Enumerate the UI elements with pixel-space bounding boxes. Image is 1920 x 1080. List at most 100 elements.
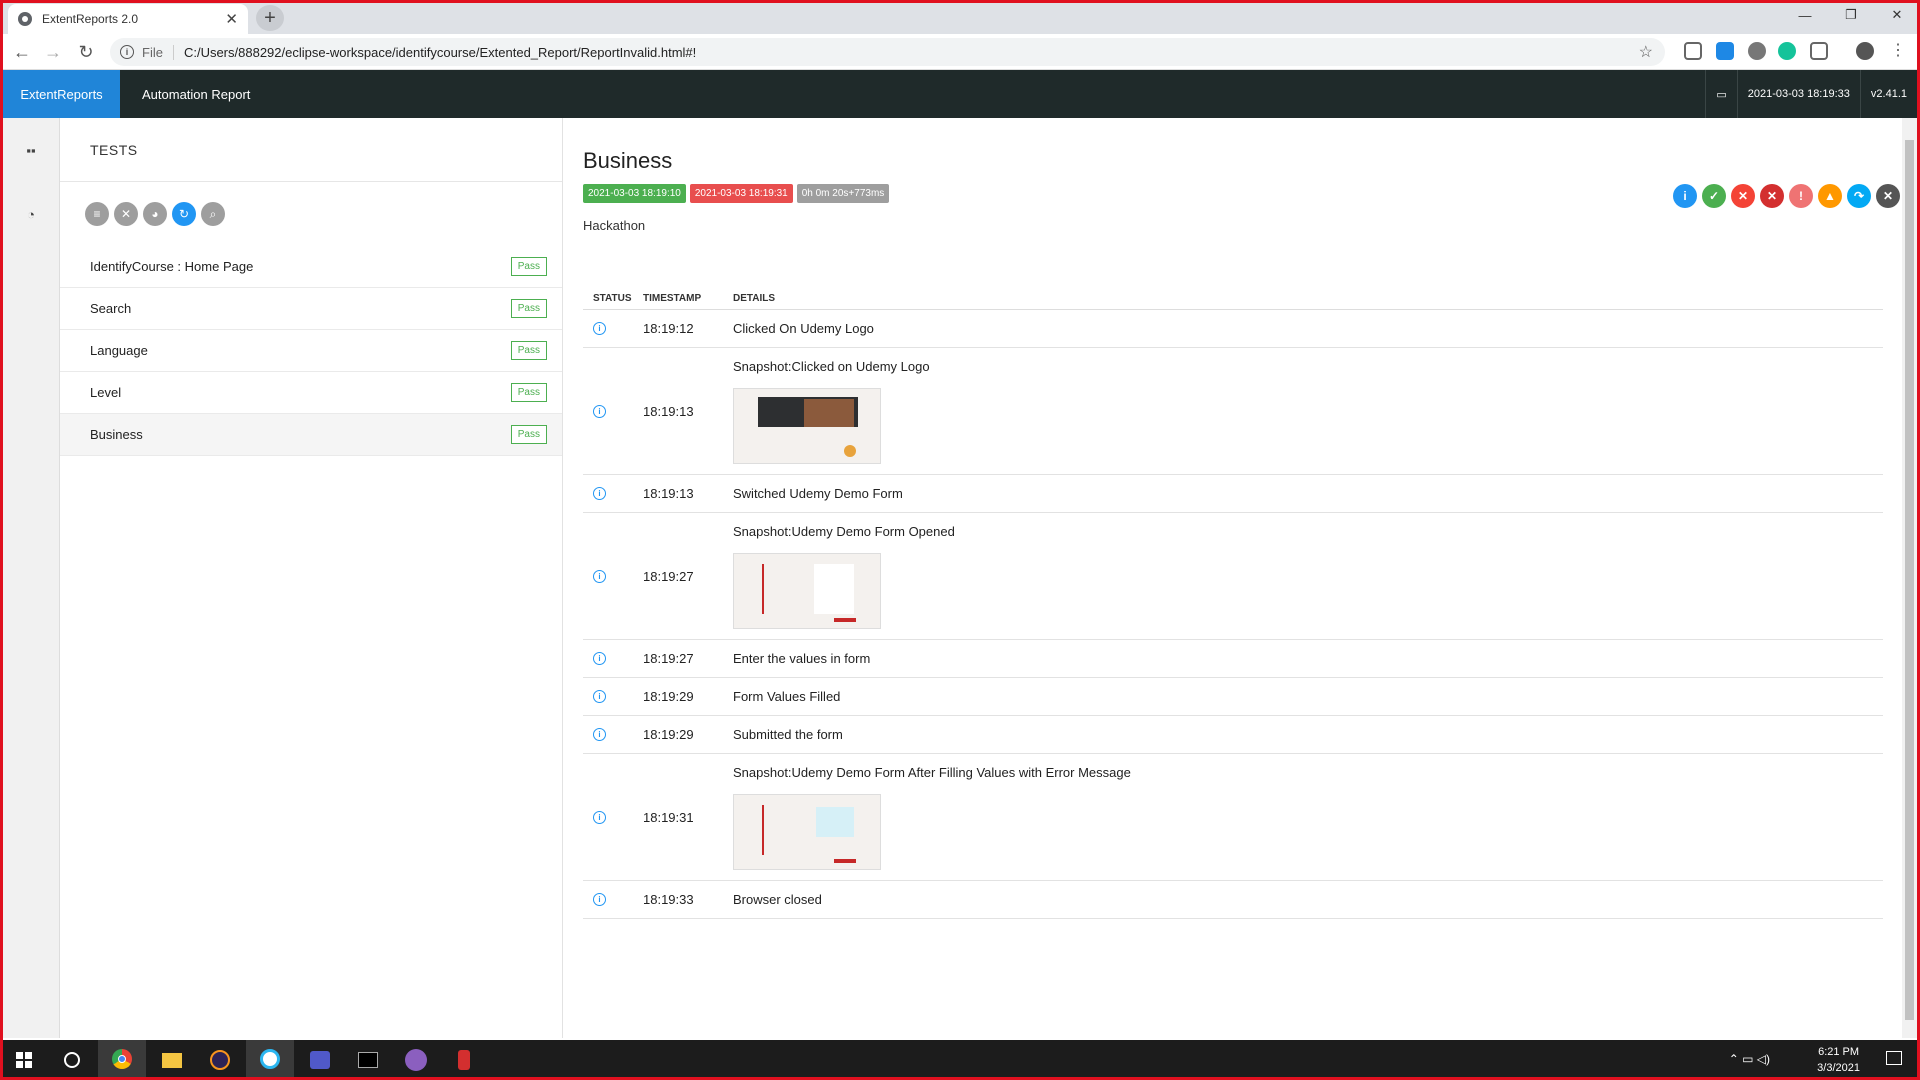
- log-details: Snapshot:Udemy Demo Form Opened: [733, 523, 955, 539]
- test-status-badge: Pass: [510, 257, 547, 276]
- test-item-selected[interactable]: Business Pass: [60, 414, 562, 456]
- info-status-icon: i: [593, 404, 606, 418]
- eclipse-icon[interactable]: [196, 1040, 244, 1080]
- info-status-icon: i: [593, 690, 606, 703]
- back-arrow-icon[interactable]: ←: [10, 40, 34, 64]
- restore-icon[interactable]: ❐: [1828, 0, 1874, 30]
- scrollbar-thumb[interactable]: [1905, 140, 1914, 1020]
- log-details: Switched Udemy Demo Form: [733, 486, 903, 501]
- teams-icon[interactable]: [296, 1040, 344, 1080]
- test-name: IdentifyCourse : Home Page: [90, 259, 254, 274]
- profile-avatar-icon[interactable]: [1856, 42, 1874, 60]
- grammarly-icon[interactable]: [1778, 42, 1796, 60]
- extension-reader-icon[interactable]: [1684, 42, 1702, 60]
- info-status-icon: i: [593, 728, 606, 741]
- monitor-icon[interactable]: ▭: [1705, 70, 1736, 118]
- browser-menu-icon[interactable]: ⋮: [1890, 40, 1906, 60]
- log-details: Form Values Filled: [733, 689, 841, 704]
- snipping-tool-icon[interactable]: [440, 1040, 488, 1080]
- version-label: v2.41.1: [1859, 70, 1917, 118]
- extension-windows-icon[interactable]: [1716, 42, 1734, 60]
- info-icon[interactable]: i: [120, 45, 134, 59]
- chrome-icon[interactable]: [98, 1040, 146, 1080]
- terminal-icon[interactable]: [344, 1040, 392, 1080]
- status-filter-buttons: i ✓ ✕ ✕ ! ▲ ↷ ✕: [1668, 184, 1900, 208]
- forward-arrow-icon[interactable]: →: [41, 40, 65, 64]
- header-right: ▭ 2021-03-03 18:19:33 v2.41.1: [1705, 70, 1917, 118]
- test-status-badge: Pass: [510, 299, 547, 318]
- browser-tab[interactable]: ExtentReports 2.0 ✕: [8, 4, 248, 34]
- info-status-icon: i: [593, 652, 606, 665]
- test-list: IdentifyCourse : Home Page Pass Search P…: [60, 246, 562, 456]
- tab-title: ExtentReports 2.0: [42, 12, 139, 26]
- log-row: i 18:19:13 Switched Udemy Demo Form: [583, 475, 1883, 513]
- app-circle-icon[interactable]: [246, 1040, 294, 1080]
- clear-status-filter-icon[interactable]: ✕: [1876, 184, 1900, 208]
- screenshot-thumbnail[interactable]: [733, 552, 881, 629]
- globe-icon: [18, 12, 32, 26]
- refresh-icon[interactable]: ↻: [172, 202, 196, 226]
- status-filter-icon[interactable]: ≡: [85, 202, 109, 226]
- log-table: STATUS TIMESTAMP DETAILS i 18:19:12 Clic…: [583, 288, 1883, 919]
- test-item[interactable]: Level Pass: [60, 372, 562, 414]
- test-item[interactable]: Language Pass: [60, 330, 562, 372]
- log-row-snapshot: i 18:19:31 Snapshot:Udemy Demo Form Afte…: [583, 754, 1883, 881]
- windows-start-icon[interactable]: [0, 1040, 48, 1080]
- log-row: i 18:19:29 Form Values Filled: [583, 678, 1883, 716]
- url-text[interactable]: C:/Users/888292/eclipse-workspace/identi…: [184, 45, 696, 60]
- tray-icons[interactable]: ⌃ ▭ ◁): [1729, 1052, 1770, 1066]
- screenshot-thumbnail[interactable]: [733, 793, 881, 870]
- tests-heading: TESTS: [60, 118, 562, 182]
- fail-filter-icon[interactable]: ✕: [1731, 184, 1755, 208]
- notification-icon[interactable]: [1886, 1051, 1902, 1065]
- log-details: Submitted the form: [733, 727, 843, 742]
- purple-app-icon[interactable]: [392, 1040, 440, 1080]
- info-filter-icon[interactable]: i: [1673, 184, 1697, 208]
- search-icon[interactable]: ⌕: [201, 202, 225, 226]
- file-explorer-icon[interactable]: [148, 1040, 196, 1080]
- log-row: i 18:19:33 Browser closed: [583, 881, 1883, 919]
- info-status-icon: i: [593, 569, 606, 583]
- extension-card-icon[interactable]: [1810, 42, 1828, 60]
- analytics-icon[interactable]: ◔: [23, 206, 39, 222]
- test-item[interactable]: IdentifyCourse : Home Page Pass: [60, 246, 562, 288]
- reload-icon[interactable]: ↻: [74, 40, 98, 64]
- warning-filter-icon[interactable]: ▲: [1818, 184, 1842, 208]
- app-header: ExtentReports Automation Report ▭ 2021-0…: [0, 70, 1920, 118]
- extension-circle-icon[interactable]: [1748, 42, 1766, 60]
- info-status-icon: i: [593, 893, 606, 906]
- search-circle-icon[interactable]: [48, 1040, 96, 1080]
- log-time: 18:19:31: [643, 809, 694, 825]
- clear-filter-icon[interactable]: ✕: [114, 202, 138, 226]
- vertical-scrollbar[interactable]: [1902, 118, 1917, 1038]
- brand-logo[interactable]: ExtentReports: [3, 70, 120, 118]
- category-filter-icon[interactable]: ◕: [143, 202, 167, 226]
- close-tab-icon[interactable]: ✕: [225, 10, 238, 28]
- address-bar[interactable]: i File C:/Users/888292/eclipse-workspace…: [110, 38, 1665, 66]
- log-time: 18:19:27: [643, 568, 694, 584]
- pass-filter-icon[interactable]: ✓: [1702, 184, 1726, 208]
- screenshot-thumbnail[interactable]: [733, 387, 881, 464]
- log-details: Clicked On Udemy Logo: [733, 321, 874, 336]
- bookmark-star-icon[interactable]: ☆: [1639, 42, 1653, 62]
- skip-filter-icon[interactable]: ↷: [1847, 184, 1871, 208]
- test-name: Level: [90, 385, 122, 400]
- test-item[interactable]: Search Pass: [60, 288, 562, 330]
- info-status-icon: i: [593, 810, 606, 824]
- clock-date: 3/3/2021: [1817, 1062, 1860, 1074]
- minimize-icon[interactable]: —: [1782, 0, 1828, 30]
- dashboard-grid-icon[interactable]: ▪▪: [23, 142, 39, 158]
- browser-toolbar: ← → ↻ i File C:/Users/888292/eclipse-wor…: [0, 34, 1920, 70]
- side-nav: ▪▪ ◔: [3, 118, 60, 1038]
- report-title: Automation Report: [142, 86, 251, 102]
- fatal-filter-icon[interactable]: ✕: [1760, 184, 1784, 208]
- col-timestamp: TIMESTAMP: [643, 293, 702, 304]
- close-window-icon[interactable]: ✕: [1874, 0, 1920, 30]
- new-tab-button[interactable]: +: [256, 5, 284, 31]
- file-label: File: [142, 44, 174, 60]
- tests-panel: TESTS ≡ ✕ ◕ ↻ ⌕ IdentifyCourse : Home Pa…: [60, 118, 563, 1038]
- error-filter-icon[interactable]: !: [1789, 184, 1813, 208]
- col-status: STATUS: [593, 293, 632, 304]
- taskbar-clock[interactable]: 6:21 PM 3/3/2021: [1817, 1044, 1860, 1076]
- col-details: DETAILS: [733, 293, 776, 304]
